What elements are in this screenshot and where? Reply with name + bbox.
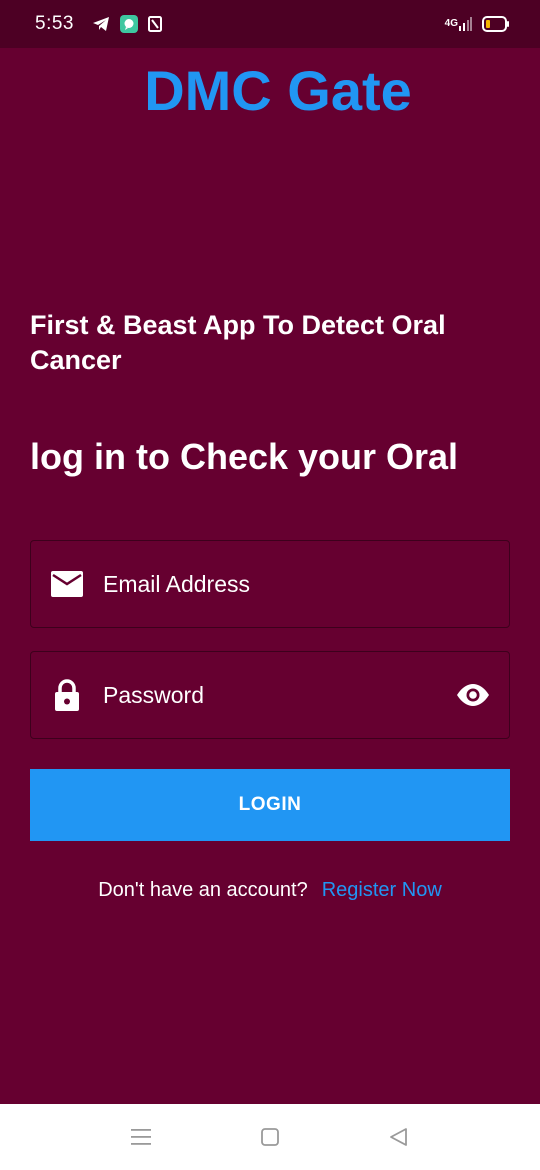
tagline: First & Beast App To Detect Oral Cancer [30, 310, 446, 375]
login-screen: 5:53 4G DMC Gate First & Beast App To De… [0, 0, 540, 1170]
email-placeholder: Email Address [103, 570, 251, 597]
status-icons-left [92, 15, 162, 33]
status-icons-right: 4G [445, 16, 510, 32]
network-label: 4G [444, 18, 458, 29]
eye-icon[interactable] [455, 677, 491, 713]
register-now-link[interactable]: Register Now [322, 879, 442, 902]
navigation-bar [0, 1104, 540, 1170]
telegram-icon [92, 16, 110, 32]
register-prompt: Don't have an account? [98, 879, 308, 901]
status-time: 5:53 [35, 13, 74, 34]
login-button[interactable]: LOGIN [30, 769, 510, 841]
email-field[interactable]: Email Address [30, 540, 510, 628]
password-field[interactable]: Password [30, 651, 510, 739]
menu-icon[interactable] [128, 1124, 154, 1150]
app-title: DMC Gate [144, 59, 412, 122]
signal-icon: 4G [445, 17, 472, 31]
login-subtitle: log in to Check your Oral [30, 436, 459, 477]
register-row: Don't have an account? Register Now [0, 879, 540, 902]
mail-icon [51, 568, 83, 600]
battery-icon [482, 16, 510, 32]
lock-icon [51, 679, 83, 711]
password-placeholder: Password [103, 681, 204, 708]
status-bar: 5:53 4G [0, 0, 540, 48]
back-icon[interactable] [385, 1124, 411, 1150]
message-app-icon [119, 15, 138, 33]
home-icon[interactable] [257, 1124, 283, 1150]
notification-icon [147, 16, 162, 32]
